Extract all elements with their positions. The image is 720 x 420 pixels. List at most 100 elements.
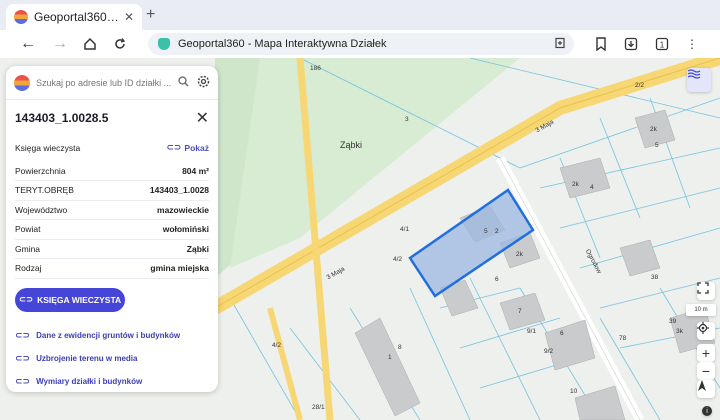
parcel-links: ⊂⊃ Dane z ewidencji gruntów i budynków ⊂… [15,324,209,393]
link-label: Wymiary działki i budynków [36,376,143,386]
detail-label: Województwo [15,204,68,215]
link-label: Uzbrojenie terenu w media [36,353,138,363]
browser-menu-icon[interactable]: ⋮ [683,35,701,53]
kw-show-label: Pokaż [184,142,209,153]
link-icon: ⊂⊃ [15,329,31,340]
tab-close-icon[interactable]: ✕ [124,10,134,24]
detail-value: 143403_1.0028 [149,185,209,196]
parcel-id: 143403_1.0028.5 [15,111,109,125]
browser-tab-bar: Geoportal360… ✕ + [0,0,720,30]
detail-row-county: Powiat wołomiński [15,220,209,240]
forward-arrow-icon[interactable]: → [48,30,72,58]
link-dimensions[interactable]: ⊂⊃ Wymiary działki i budynków [15,370,209,393]
geoportal-favicon-icon [14,10,28,24]
search-input[interactable] [36,77,172,88]
kw-label: Księga wieczysta [15,142,81,153]
map-label-plot: 5 [655,142,659,149]
detail-value: 804 m² [182,165,209,176]
link-icon: ⊂⊃ [15,352,31,363]
map-label-plot: 38 [651,274,659,281]
map-label-plot: 78 [619,335,627,342]
detail-value: Ząbki [186,243,209,254]
map-label-plot: 186 [310,65,321,72]
map-label-plot: 8 [398,344,402,351]
detail-label: Rodzaj [15,263,42,274]
search-bar [6,66,218,100]
map-label-plot: 9/1 [527,328,537,335]
detail-row-voivodeship: Województwo mazowieckie [15,201,209,220]
detail-row-teryt: TERYT.OBRĘB 143403_1.0028 [15,181,209,201]
link-label: Dane z ewidencji gruntów i budynków [36,330,181,340]
search-icon[interactable] [178,75,189,90]
detail-label: Powiat [15,224,41,235]
link-icon: ⊂⊃ [18,294,34,304]
compass-button[interactable] [697,380,715,398]
detail-value: wołomiński [162,224,209,235]
map-label-plot: 2k [572,181,579,188]
kw-button[interactable]: ⊂⊃ KSIĘGA WIECZYSTA [15,287,125,312]
gear-icon[interactable] [197,75,210,91]
zoom-in-button[interactable]: + [697,344,715,362]
map-label-plot: 5 [484,228,488,235]
download-icon[interactable] [622,35,640,53]
layers-button[interactable] [687,68,711,92]
locate-button[interactable] [697,322,715,340]
link-egib-data[interactable]: ⊂⊃ Dane z ewidencji gruntów i budynków [15,324,209,347]
map-label-plot: 2 [495,228,499,235]
address-bar[interactable]: Geoportal360 - Mapa Interaktywna Działek [148,33,574,55]
detail-row-municipality: Gmina Ząbki [15,240,209,259]
detail-row-type: Rodzaj gmina miejska [15,259,209,279]
link-icon: ⊂⊃ [166,142,182,153]
map-label-plot: 6 [560,330,564,337]
reload-icon[interactable] [108,30,132,58]
zoom-out-button[interactable]: − [697,362,715,380]
map-label-plot: 2k [516,251,523,258]
kw-row: Księga wieczysta ⊂⊃ Pokaż [15,138,209,158]
map-label-town: Ząbki [340,140,363,150]
map-label-plot: 4/1 [400,226,410,233]
svg-text:1: 1 [660,41,665,50]
detail-row-area: Powierzchnia 804 m² [15,162,209,181]
map-label-plot: 28/1 [312,404,325,411]
detail-value: mazowieckie [157,204,209,215]
info-icon[interactable]: i [702,406,712,416]
parcel-panel: 143403_1.0028.5 ✕ Księga wieczysta ⊂⊃ Po… [6,66,218,392]
bookmark-icon[interactable] [592,35,610,53]
detail-label: Gmina [15,243,41,254]
map-label-plot: 4 [590,184,594,191]
kw-show-link[interactable]: ⊂⊃ Pokaż [166,142,209,153]
bookmark-add-icon[interactable] [554,37,566,52]
map-label-plot: 2k [650,126,657,133]
fullscreen-button[interactable] [697,282,715,300]
map-label-plot: 2/2 [635,82,645,89]
map-scale-bar: 10 m [686,304,716,316]
detail-label: Powierzchnia [15,165,66,176]
close-icon[interactable]: ✕ [196,108,209,128]
layers-icon [687,69,701,79]
new-tab-icon[interactable]: + [146,6,155,24]
link-utilities[interactable]: ⊂⊃ Uzbrojenie terenu w media [15,347,209,370]
home-icon[interactable] [78,30,102,58]
kw-button-label: KSIĘGA WIECZYSTA [37,294,122,305]
map-label-plot: 4/2 [272,342,282,349]
parcel-header: 143403_1.0028.5 ✕ [15,108,209,128]
map-label-plot: 3k [676,328,683,335]
geoportal-logo-icon [14,74,30,91]
locate-icon [697,322,709,334]
map-label-plot: 10 [570,388,578,395]
link-icon: ⊂⊃ [15,375,31,386]
map-label-plot: 9/2 [544,348,554,355]
address-bar-text: Geoportal360 - Mapa Interaktywna Działek [178,38,387,50]
back-arrow-icon[interactable]: ← [16,30,40,58]
map-label-plot: 1 [388,354,392,361]
tab-count-icon[interactable]: 1 [653,35,671,53]
map-label-plot: 4/2 [393,256,403,263]
map-label-plot: 6 [495,276,499,283]
map-label-plot: 39 [669,318,677,325]
map-label-plot: 3 [405,116,409,123]
compass-icon [698,380,706,391]
browser-tab[interactable]: Geoportal360… ✕ [6,4,142,30]
fullscreen-icon [697,282,709,294]
site-security-icon[interactable] [158,38,170,50]
browser-toolbar: ← → Geoportal360 - Mapa Interaktywna Dzi… [0,30,720,58]
